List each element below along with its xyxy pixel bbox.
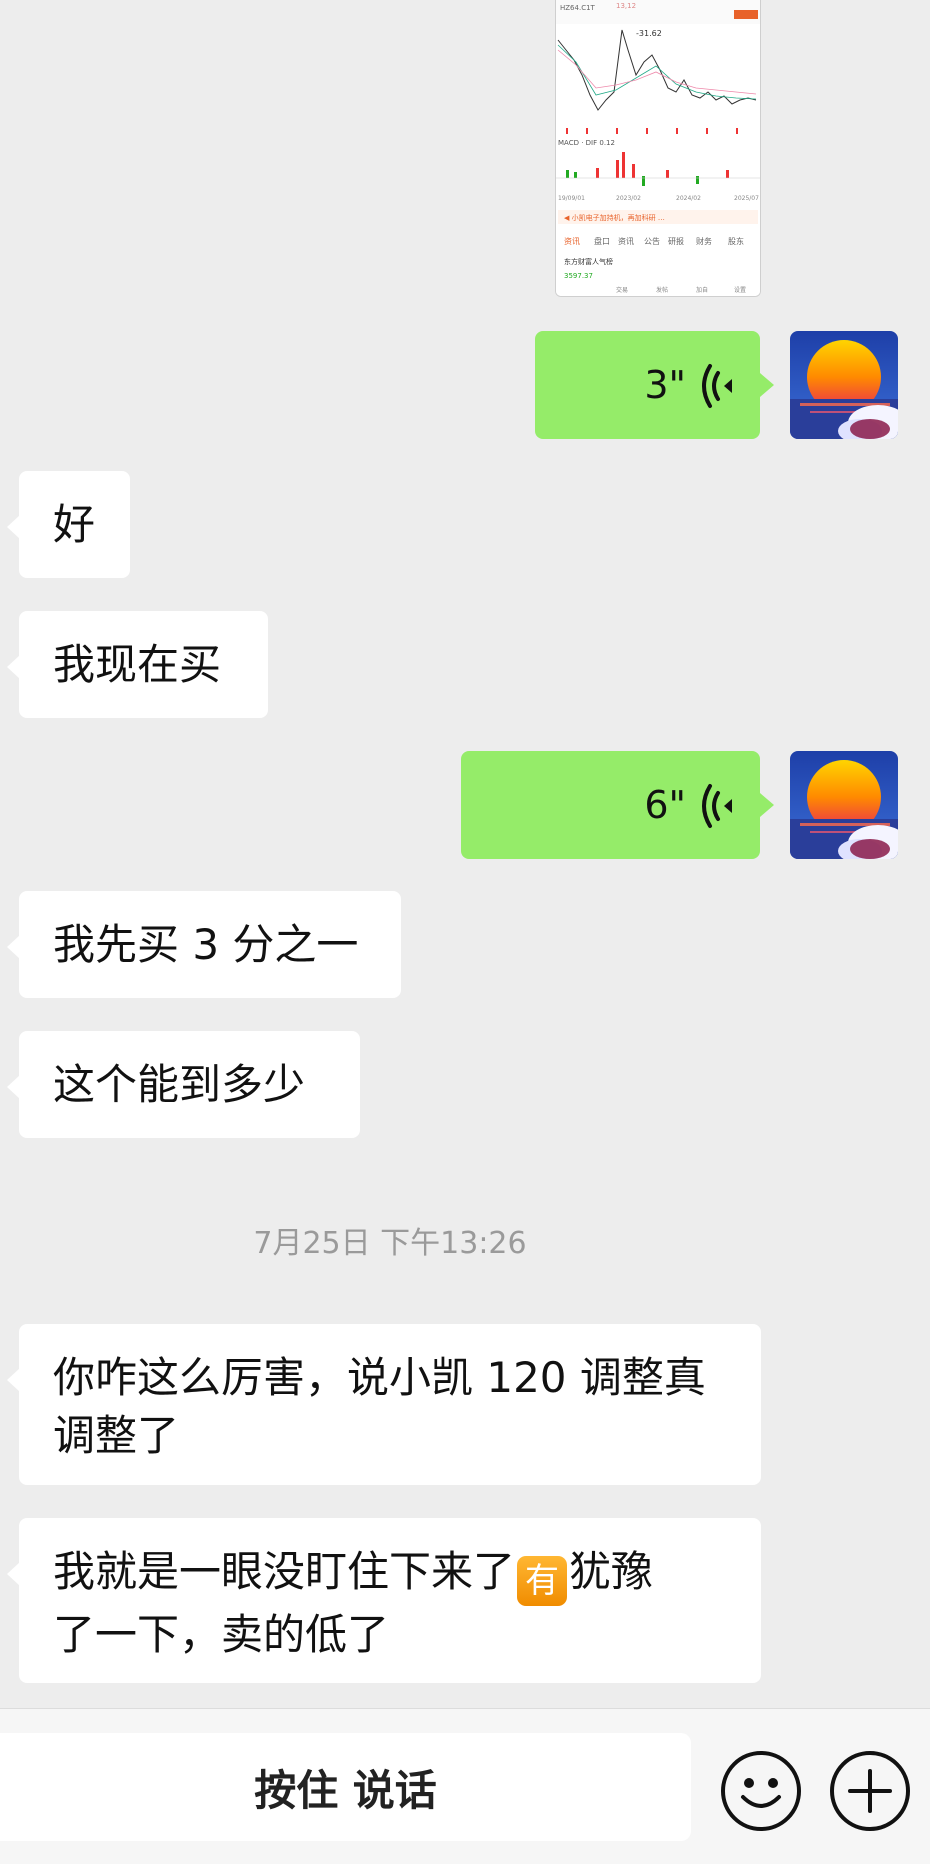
svg-text:◀ 小凯电子加持机，再加科研 …: ◀ 小凯电子加持机，再加科研 …	[564, 213, 665, 222]
you-emoji-icon: 有	[517, 1556, 568, 1606]
svg-text:加自: 加自	[696, 286, 708, 294]
voice-duration: 6"	[644, 783, 686, 827]
message-line: 你咋这么厉害，说小凯 120 调整真	[53, 1353, 706, 1402]
svg-text:19/09/01: 19/09/01	[558, 195, 585, 202]
message-text: 我先买 3 分之一	[53, 919, 359, 969]
message-timestamp: 7月25日 下午13:26	[253, 1226, 527, 1261]
more-button[interactable]	[830, 1751, 910, 1831]
message-text-fragment: 我就是一眼没盯住下来了	[53, 1547, 516, 1596]
avatar[interactable]	[790, 751, 898, 859]
message-line: 调整了	[53, 1411, 180, 1460]
svg-text:设置: 设置	[734, 286, 746, 294]
stock-chart-thumbnail: HZ64.C1T 13,12 -31.62 MACD · DIF 0.12 19…	[556, 0, 760, 296]
svg-text:HZ64.C1T: HZ64.C1T	[560, 4, 596, 12]
svg-text:发帖: 发帖	[656, 286, 668, 294]
svg-text:MACD · DIF 0.12: MACD · DIF 0.12	[558, 139, 615, 147]
sunset-avatar-image	[790, 331, 898, 439]
svg-text:资讯: 资讯	[618, 236, 634, 246]
svg-text:2023/02: 2023/02	[616, 195, 641, 202]
message-bubble[interactable]: 我先买 3 分之一	[7, 891, 401, 998]
message-text-fragment: 犹豫	[569, 1547, 654, 1596]
message-text: 这个能到多少	[53, 1059, 306, 1109]
svg-text:东方财富人气榜: 东方财富人气榜	[564, 257, 613, 266]
message-text: 你咋这么厉害，说小凯 120 调整真 调整了	[53, 1349, 706, 1465]
avatar[interactable]	[790, 331, 898, 439]
voice-wave-icon	[702, 364, 732, 408]
message-bubble[interactable]: 我就是一眼没盯住下来了有犹豫 了一下，卖的低了	[7, 1518, 761, 1683]
svg-text:财务: 财务	[696, 236, 712, 246]
voice-message-bubble[interactable]: 6"	[461, 751, 774, 859]
svg-text:2024/02: 2024/02	[676, 195, 701, 202]
message-bubble[interactable]: 这个能到多少	[7, 1031, 360, 1138]
svg-text:公告: 公告	[644, 236, 660, 246]
svg-text:3597.37: 3597.37	[564, 272, 593, 280]
svg-text:研报: 研报	[668, 236, 684, 246]
svg-text:2025/07: 2025/07	[734, 195, 759, 202]
plus-icon	[848, 1769, 892, 1813]
emoji-button[interactable]	[721, 1751, 801, 1831]
image-message-stock-screenshot[interactable]: HZ64.C1T 13,12 -31.62 MACD · DIF 0.12 19…	[555, 0, 761, 297]
voice-duration: 3"	[644, 363, 686, 407]
smiley-icon	[741, 1778, 781, 1808]
message-bubble[interactable]: 你咋这么厉害，说小凯 120 调整真 调整了	[7, 1324, 761, 1485]
svg-text:13,12: 13,12	[616, 2, 636, 10]
message-line: 我就是一眼没盯住下来了有犹豫	[53, 1543, 653, 1606]
svg-text:股东: 股东	[728, 236, 744, 246]
message-line: 了一下，卖的低了	[53, 1610, 390, 1659]
voice-wave-icon	[702, 784, 732, 828]
message-text: 我现在买	[53, 639, 222, 689]
message-text: 我就是一眼没盯住下来了有犹豫 了一下，卖的低了	[53, 1543, 653, 1664]
hold-to-talk-button[interactable]: 按住 说话	[0, 1733, 691, 1841]
message-bubble[interactable]: 我现在买	[7, 611, 268, 718]
message-bubble[interactable]: 好	[7, 471, 130, 578]
message-text: 好	[53, 499, 96, 549]
voice-message-bubble[interactable]: 3"	[535, 331, 774, 439]
svg-text:盘口: 盘口	[594, 236, 610, 246]
svg-text:交易: 交易	[616, 286, 628, 294]
sunset-avatar-image	[790, 751, 898, 859]
svg-text:资讯: 资讯	[564, 236, 580, 246]
svg-text:-31.62: -31.62	[636, 29, 662, 38]
